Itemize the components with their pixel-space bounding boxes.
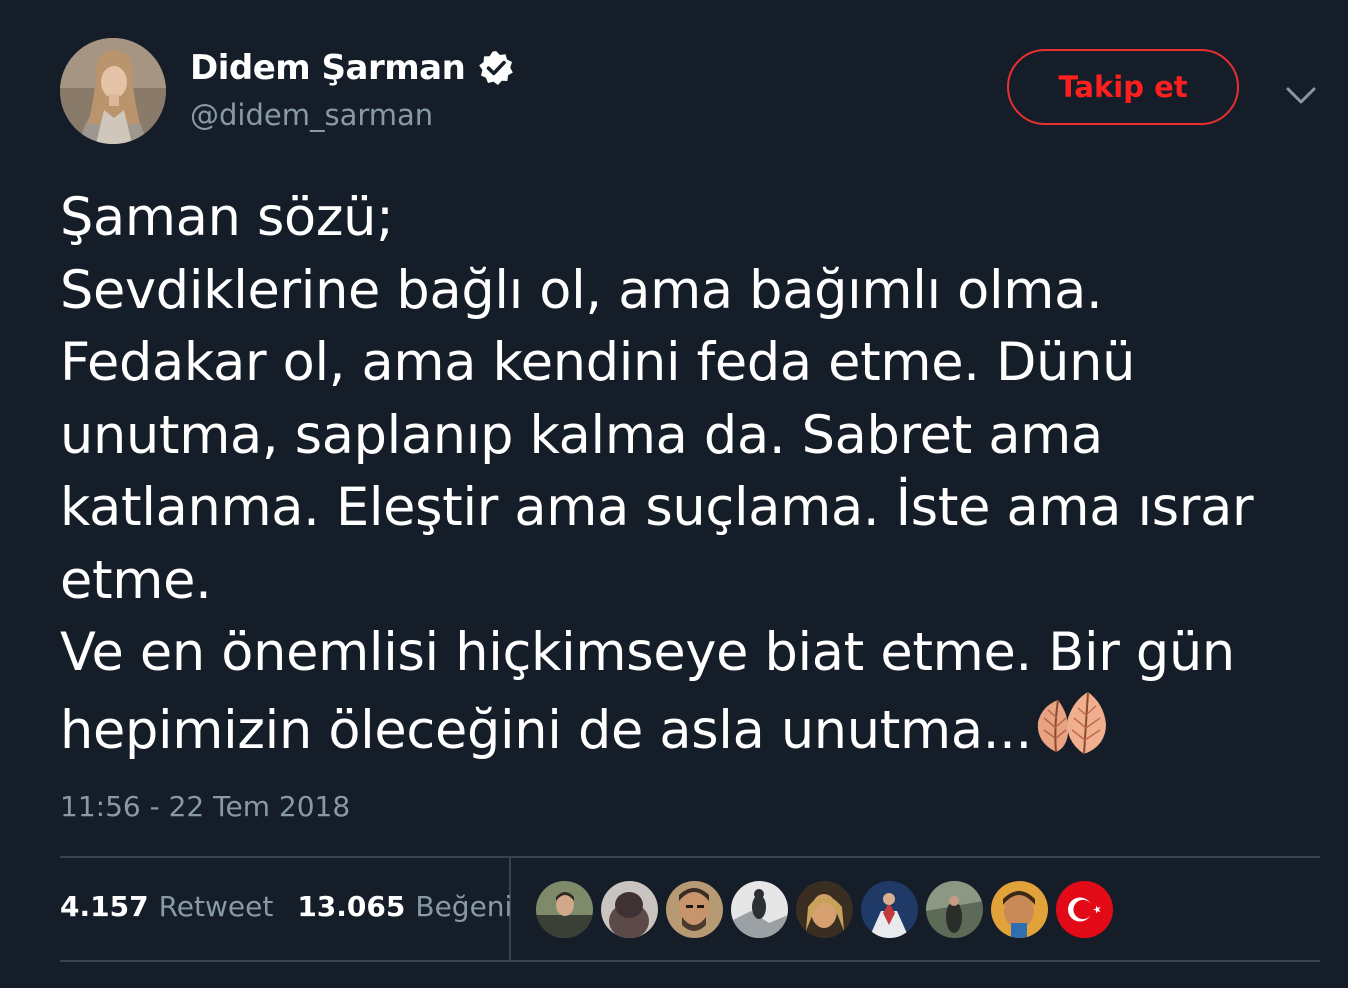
- retweet-label: Retweet: [158, 890, 274, 923]
- retweet-stat[interactable]: 4.157 Retweet: [60, 890, 273, 923]
- leaves-emoji-icon: [1037, 691, 1106, 754]
- liker-avatar-4[interactable]: [731, 881, 788, 938]
- liker-avatar-9-turkish-flag[interactable]: [1056, 881, 1113, 938]
- likers-list: [536, 881, 1113, 938]
- follow-button[interactable]: Takip et: [1007, 49, 1239, 125]
- chevron-down-icon[interactable]: [1284, 80, 1318, 110]
- like-stat[interactable]: 13.065 Beğeni: [297, 890, 512, 923]
- like-label: Beğeni: [415, 890, 513, 923]
- author-photo: [60, 38, 166, 144]
- liker-avatar-2[interactable]: [601, 881, 658, 938]
- author-display-name[interactable]: Didem Şarman: [190, 48, 466, 88]
- author-name-row: Didem Şarman: [190, 44, 515, 92]
- liker-avatar-5[interactable]: [796, 881, 853, 938]
- liker-avatar-3[interactable]: [666, 881, 723, 938]
- divider: [60, 856, 1320, 858]
- tweet-stats: 4.157 Retweet 13.065 Beğeni: [60, 890, 512, 923]
- tweet-text: Şaman sözü; Sevdiklerine bağlı ol, ama b…: [60, 182, 1320, 767]
- author-avatar[interactable]: [60, 38, 166, 144]
- liker-avatar-1[interactable]: [536, 881, 593, 938]
- verified-badge-icon: [479, 51, 514, 85]
- liker-avatar-7[interactable]: [926, 881, 983, 938]
- liker-avatar-8[interactable]: [991, 881, 1048, 938]
- author-handle[interactable]: @didem_sarman: [190, 98, 433, 132]
- retweet-count: 4.157: [60, 890, 149, 923]
- like-count: 13.065: [297, 890, 406, 923]
- tweet-body: Şaman sözü; Sevdiklerine bağlı ol, ama b…: [60, 187, 1254, 761]
- divider: [60, 960, 1320, 962]
- tweet-timestamp[interactable]: 11:56 - 22 Tem 2018: [60, 790, 350, 823]
- liker-avatar-6[interactable]: [861, 881, 918, 938]
